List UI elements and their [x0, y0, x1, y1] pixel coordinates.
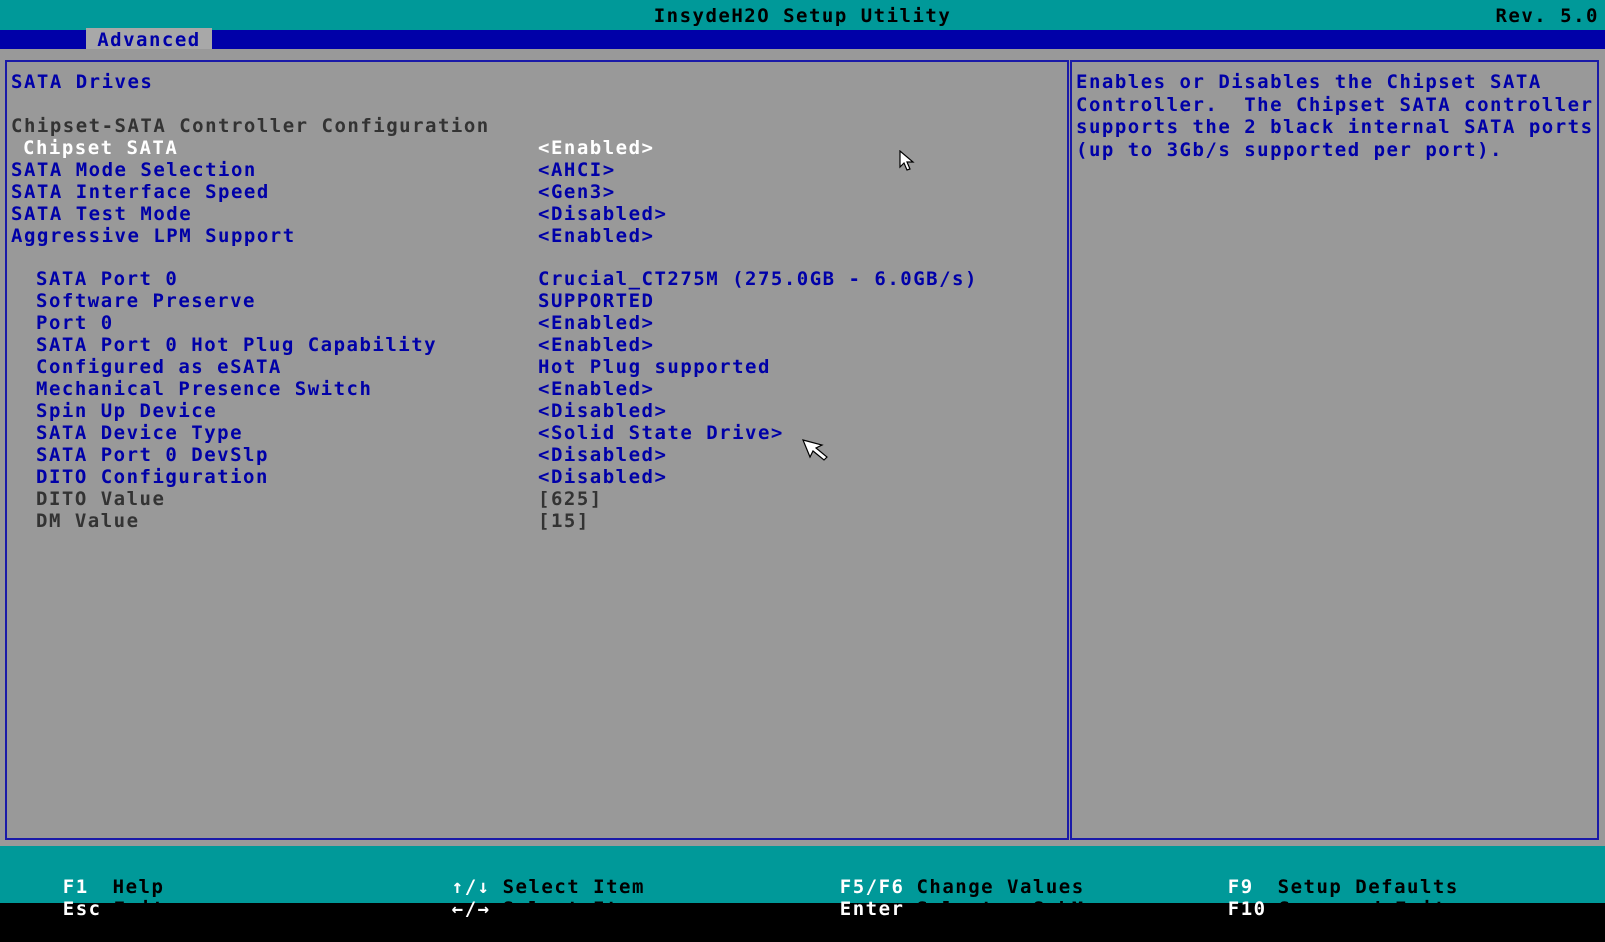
status-bar: F1 Help Esc Exit ↑/↓ Select Item ←/→ Select … — [0, 846, 1605, 920]
port-devslp-label[interactable]: SATA Port 0 DevSlp — [36, 444, 269, 466]
port-mech-switch-label[interactable]: Mechanical Presence Switch — [36, 378, 372, 400]
port-sata-port0-value: Crucial_CT275M (275.0GB - 6.0GB/s) — [538, 268, 978, 290]
port-hotplug-label[interactable]: SATA Port 0 Hot Plug Capability — [36, 334, 437, 356]
key-esc: Esc — [62, 898, 102, 920]
port-dito-config-value[interactable]: <Disabled> — [538, 466, 667, 488]
menu-bar: Advanced — [0, 28, 1605, 52]
app-title: InsydeH2O Setup Utility — [653, 5, 952, 27]
port-port0-label[interactable]: Port 0 — [36, 312, 114, 334]
label-f10: Save and Exit — [1278, 898, 1447, 920]
setting-lpm-label[interactable]: Aggressive LPM Support — [11, 225, 296, 247]
port-device-type-label[interactable]: SATA Device Type — [36, 422, 243, 444]
port-software-preserve-label[interactable]: Software Preserve — [36, 290, 256, 312]
mouse-pointer-icon — [899, 150, 915, 171]
port-dm-value-label: DM Value — [36, 510, 140, 532]
subsection-title: Chipset-SATA Controller Configuration — [11, 115, 490, 137]
port-device-type-value[interactable]: <Solid State Drive> — [538, 422, 784, 444]
port-dito-value-value: [625] — [538, 488, 603, 510]
port-mech-switch-value[interactable]: <Enabled> — [538, 378, 654, 400]
port-devslp-value[interactable]: <Disabled> — [538, 444, 667, 466]
mouse-pointer-icon-secondary — [802, 439, 828, 461]
label-leftright: Select Item — [502, 898, 645, 920]
status-f10: F10 Save and Exit — [1176, 876, 1447, 942]
status-esc: Esc Exit — [11, 876, 165, 942]
setting-chipset-sata-label[interactable]: Chipset SATA — [23, 137, 178, 159]
setting-test-mode-value[interactable]: <Disabled> — [538, 203, 667, 225]
port-dm-value-value: [15] — [538, 510, 590, 532]
main-panel: SATA Drives Chipset-SATA Controller Conf… — [0, 49, 1605, 846]
key-f10: F10 — [1227, 898, 1267, 920]
port-dito-value-label: DITO Value — [36, 488, 166, 510]
key-enter: Enter — [839, 898, 905, 920]
setting-lpm-value[interactable]: <Enabled> — [538, 225, 654, 247]
setting-interface-speed-value[interactable]: <Gen3> — [538, 181, 616, 203]
port-esata-value: Hot Plug supported — [538, 356, 771, 378]
setting-sata-mode-value[interactable]: <AHCI> — [538, 159, 616, 181]
port-spinup-label[interactable]: Spin Up Device — [36, 400, 217, 422]
port-port0-value[interactable]: <Enabled> — [538, 312, 654, 334]
setting-test-mode-label[interactable]: SATA Test Mode — [11, 203, 192, 225]
label-esc: Exit — [113, 898, 166, 920]
port-dito-config-label[interactable]: DITO Configuration — [36, 466, 269, 488]
setting-chipset-sata-value[interactable]: <Enabled> — [538, 137, 654, 159]
label-enter: Select ▶ SubMenu — [916, 898, 1124, 920]
status-enter: Enter Select ▶ SubMenu — [788, 876, 1124, 942]
port-spinup-value[interactable]: <Disabled> — [538, 400, 667, 422]
title-bar: InsydeH2O Setup Utility Rev. 5.0 — [0, 0, 1605, 30]
help-text: Enables or Disables the Chipset SATA Con… — [1076, 71, 1594, 161]
section-title: SATA Drives — [11, 71, 154, 93]
help-frame — [1070, 60, 1599, 840]
setting-interface-speed-label[interactable]: SATA Interface Speed — [11, 181, 270, 203]
port-esata-label[interactable]: Configured as eSATA — [36, 356, 282, 378]
port-software-preserve-value: SUPPORTED — [538, 290, 655, 312]
key-leftright: ←/→ — [451, 898, 491, 920]
port-hotplug-value[interactable]: <Enabled> — [538, 334, 654, 356]
status-leftright: ←/→ Select Item — [400, 876, 645, 942]
port-sata-port0-label[interactable]: SATA Port 0 — [36, 268, 178, 290]
setting-sata-mode-label[interactable]: SATA Mode Selection — [11, 159, 257, 181]
revision-label: Rev. 5.0 — [1495, 5, 1599, 27]
